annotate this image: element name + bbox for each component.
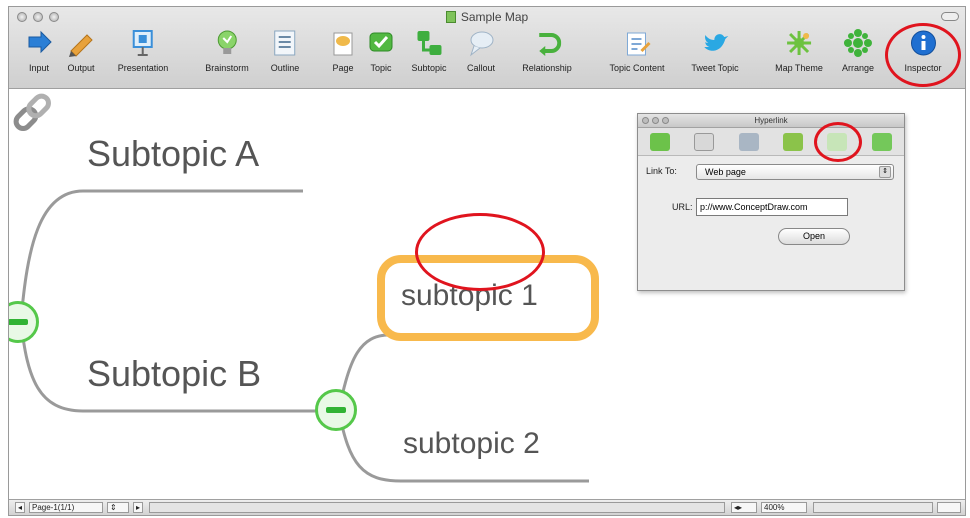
page-indicator[interactable]: Page-1(1/1) (29, 502, 103, 513)
input-button[interactable]: Input (25, 29, 53, 73)
callout-button[interactable]: Callout (467, 29, 495, 73)
url-label: URL: (672, 202, 693, 212)
subtopic-icon (415, 29, 443, 57)
panel-minimize-button[interactable] (652, 117, 659, 124)
app-window: Sample Map Input Output Presentation Bra… (8, 6, 966, 516)
page-prev-button[interactable]: ◂ (15, 502, 25, 513)
topic-icon (367, 29, 395, 57)
page-next-button[interactable]: ▸ (133, 502, 143, 513)
topic-button[interactable]: Topic (367, 29, 395, 73)
map-theme-button[interactable]: Map Theme (775, 29, 823, 73)
map-theme-icon (785, 29, 813, 57)
zoom-select[interactable]: 400% (761, 502, 807, 513)
collapse-button-subtopic-b[interactable] (315, 389, 357, 431)
presentation-button[interactable]: Presentation (118, 29, 168, 73)
map-canvas[interactable]: Subtopic A Subtopic B subtopic 1 subtopi… (9, 89, 965, 501)
page-button[interactable]: Page (329, 29, 357, 73)
toolbar: Input Output Presentation Brainstorm Out… (9, 25, 965, 87)
panel-title: Hyperlink (754, 116, 788, 125)
link-to-label: Link To: (646, 166, 677, 176)
link-to-value: Web page (705, 167, 746, 177)
brainstorm-bulb-icon (213, 29, 241, 57)
output-button[interactable]: Output (67, 29, 95, 73)
input-arrow-icon (25, 29, 53, 57)
relationship-icon (533, 29, 561, 57)
window-title: Sample Map (9, 10, 965, 24)
tab-format-icon[interactable] (694, 132, 715, 151)
toolbar-toggle-button[interactable] (941, 12, 959, 21)
callout-icon (467, 29, 495, 57)
hyperlink-highlight-ring (415, 213, 545, 291)
open-button[interactable]: Open (778, 228, 850, 245)
topic-content-icon (623, 29, 651, 57)
page-stepper[interactable]: ⇕ (107, 502, 129, 513)
brainstorm-button[interactable]: Brainstorm (205, 29, 249, 73)
document-icon (445, 11, 456, 23)
scroll-arrows[interactable]: ◂▸ (731, 502, 757, 513)
tab-notes-icon[interactable] (738, 132, 759, 151)
hyperlink-chain-icon[interactable] (9, 89, 57, 137)
subtopic-button[interactable]: Subtopic (411, 29, 447, 73)
select-arrows-icon: ⇕ (879, 166, 891, 178)
panel-titlebar[interactable]: Hyperlink (638, 114, 904, 128)
panel-zoom-button[interactable] (662, 117, 669, 124)
panel-tabs (638, 122, 904, 162)
status-bar: ◂ Page-1(1/1) ⇕ ▸ ◂▸ 400% (9, 499, 965, 515)
url-field[interactable]: p://www.ConceptDraw.com (696, 198, 848, 216)
page-icon (329, 29, 357, 57)
relationship-button[interactable]: Relationship (522, 29, 572, 73)
arrange-icon (844, 29, 872, 57)
zoom-slider[interactable] (813, 502, 933, 513)
topic-subtopic-2[interactable]: subtopic 2 (403, 427, 540, 461)
tab-task-icon[interactable] (783, 132, 804, 151)
tab-topic-icon[interactable] (650, 132, 671, 151)
window-title-text: Sample Map (460, 10, 529, 24)
output-pencil-icon (67, 29, 95, 57)
outline-button[interactable]: Outline (271, 29, 299, 73)
tab-attachment-icon[interactable] (871, 132, 892, 151)
topic-content-button[interactable]: Topic Content (609, 29, 665, 73)
zoom-fit-button[interactable] (937, 502, 961, 513)
link-to-select[interactable]: Web page ⇕ (696, 164, 894, 180)
panel-close-button[interactable] (642, 117, 649, 124)
topic-subtopic-b[interactable]: Subtopic B (87, 353, 261, 395)
inspector-highlight-ring (885, 23, 961, 87)
panel-window-controls (642, 117, 669, 124)
arrange-button[interactable]: Arrange (842, 29, 874, 73)
tweet-topic-button[interactable]: Tweet Topic (691, 29, 739, 73)
outline-list-icon (271, 29, 299, 57)
window-chrome: Sample Map Input Output Presentation Bra… (9, 7, 965, 89)
hyperlink-tab-highlight-ring (814, 122, 862, 162)
presentation-board-icon (129, 29, 157, 57)
horizontal-scrollbar[interactable] (149, 502, 725, 513)
tweet-bird-icon (701, 29, 729, 57)
topic-subtopic-a[interactable]: Subtopic A (87, 133, 259, 175)
hyperlink-panel: Hyperlink Link To: Web page ⇕ URL: p://w… (637, 113, 905, 291)
